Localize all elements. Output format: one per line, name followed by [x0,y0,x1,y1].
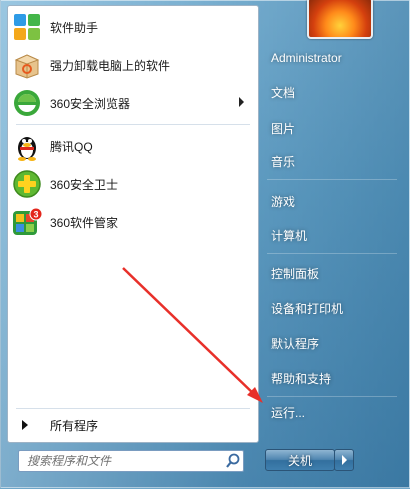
divider [267,253,397,254]
programs-pane: 软件助手 强力卸载电脑上的软件 360安全浏览器 腾讯QQ 360安全卫士 3 … [7,5,259,443]
chevron-right-icon [342,455,347,465]
divider [16,124,250,125]
devices-printers-link[interactable]: 设备和打印机 [263,295,403,321]
qq-penguin-icon [12,131,42,161]
games-link[interactable]: 游戏 [263,188,403,214]
program-item-software-helper[interactable]: 软件助手 [12,9,252,45]
program-label: 360安全浏览器 [50,96,131,111]
expand-arrow-icon [22,420,28,430]
search-icon[interactable] [223,452,243,470]
search-box[interactable] [18,450,244,472]
360-software-manager-icon: 3 [12,207,42,237]
divider [267,396,397,397]
program-item-360-browser[interactable]: 360安全浏览器 [12,85,252,121]
user-avatar-flower[interactable] [307,0,373,39]
start-menu: 软件助手 强力卸载电脑上的软件 360安全浏览器 腾讯QQ 360安全卫士 3 … [0,0,410,488]
program-item-360-safeguard[interactable]: 360安全卫士 [12,166,252,202]
program-item-uninstaller[interactable]: 强力卸载电脑上的软件 [12,47,252,83]
shutdown-options-button[interactable] [334,449,354,471]
all-programs-button[interactable]: 所有程序 [12,413,252,437]
update-badge: 3 [33,210,38,220]
control-panel-link[interactable]: 控制面板 [263,260,403,286]
360-browser-icon [12,88,42,118]
submenu-arrow-icon[interactable] [239,97,244,107]
search-input[interactable] [19,452,223,470]
default-programs-link[interactable]: 默认程序 [263,330,403,356]
360-safeguard-icon [12,169,42,199]
uninstaller-box-icon [12,50,42,80]
program-label: 软件助手 [50,20,99,35]
help-support-link[interactable]: 帮助和支持 [263,365,403,391]
software-helper-icon [12,12,42,42]
program-label: 360安全卫士 [50,177,119,192]
all-programs-label: 所有程序 [50,418,99,433]
program-item-360-software-manager[interactable]: 3 360软件管家 [12,204,252,240]
shutdown-button[interactable]: 关机 [265,449,335,471]
divider [16,408,250,409]
documents-link[interactable]: 文档 [263,79,403,105]
user-name-link[interactable]: Administrator [263,45,403,71]
pictures-link[interactable]: 图片 [263,115,403,141]
program-item-qq[interactable]: 腾讯QQ [12,128,252,164]
divider [267,179,397,180]
program-label: 强力卸载电脑上的软件 [50,58,171,73]
music-link[interactable]: 音乐 [263,148,403,174]
program-label: 360软件管家 [50,215,119,230]
computer-link[interactable]: 计算机 [263,222,403,248]
program-label: 腾讯QQ [50,139,93,154]
run-link[interactable]: 运行... [263,399,403,425]
